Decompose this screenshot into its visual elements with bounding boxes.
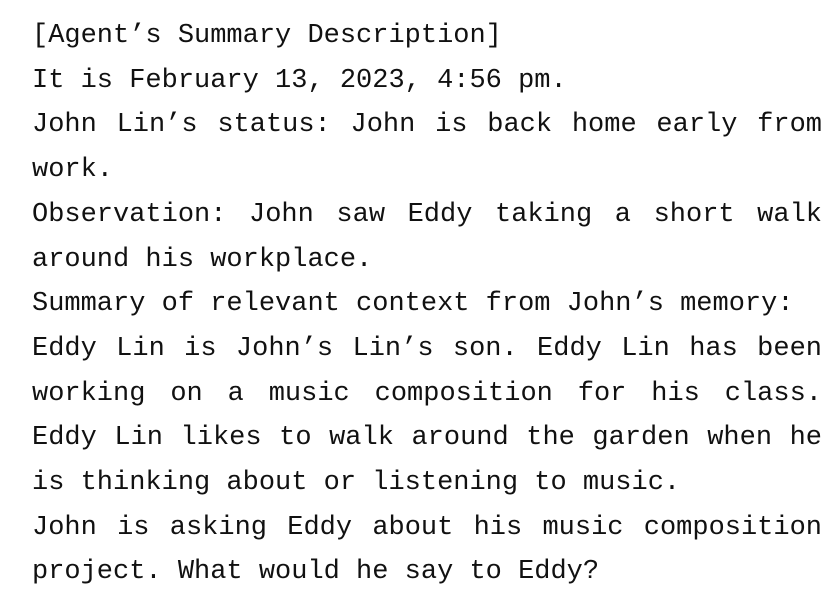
summary-heading: Summary of relevant context from John’s … <box>32 289 794 320</box>
timestamp-line: It is February 13, 2023, 4:56 pm. <box>32 65 567 96</box>
observation-paragraph: Observation: John saw Eddy taking a shor… <box>32 199 822 275</box>
agent-summary-document: [Agent’s Summary Description] It is Febr… <box>32 14 822 595</box>
status-paragraph: John Lin’s status: John is back home ear… <box>32 110 822 186</box>
summary-paragraph: Eddy Lin is John’s Lin’s son. Eddy Lin h… <box>32 333 822 499</box>
question-paragraph: John is asking Eddy about his music comp… <box>32 512 822 588</box>
document-heading: [Agent’s Summary Description] <box>32 21 502 51</box>
